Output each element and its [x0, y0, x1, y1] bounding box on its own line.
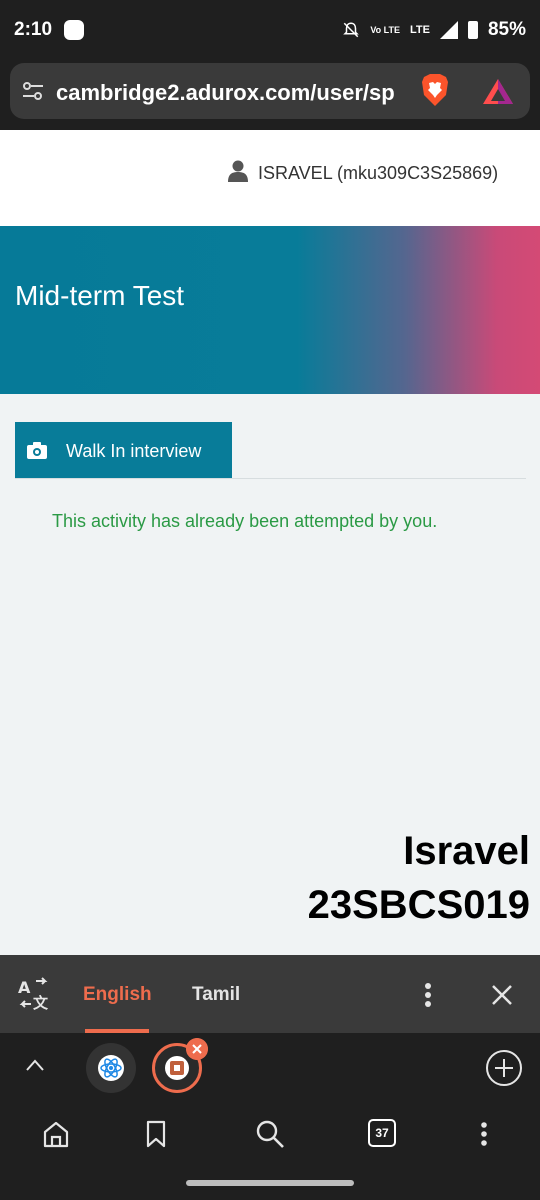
watermark-id: 23SBCS019: [307, 883, 530, 927]
rewards-icon[interactable]: [482, 77, 514, 105]
chevron-up-icon[interactable]: [24, 1056, 46, 1074]
bookmark-icon[interactable]: [138, 1116, 174, 1152]
user-icon: [228, 160, 248, 182]
hero-banner: Mid-term Test: [0, 226, 540, 394]
tab-divider: [15, 478, 526, 479]
user-header: ISRAVEL (mku309C3S25869): [0, 130, 540, 226]
phone-screen: 2:10 Vo LTE LTE 85% cambridge2.adurox.co…: [0, 0, 540, 1200]
network-type: LTE: [410, 23, 430, 36]
tab-walk-in-interview[interactable]: Walk In interview: [15, 422, 232, 479]
translate-bar: A 文 English Tamil: [0, 955, 540, 1033]
volte-indicator: Vo LTE: [370, 24, 400, 35]
browser-toolbar: cambridge2.adurox.com/user/sp: [0, 60, 540, 130]
close-icon[interactable]: [490, 983, 514, 1007]
content-panel: [0, 394, 540, 422]
battery-percent: 85%: [487, 19, 526, 40]
site-settings-icon[interactable]: [22, 82, 44, 100]
language-english-tab[interactable]: English: [83, 984, 152, 1006]
web-content: ISRAVEL (mku309C3S25869) Mid-term Test W…: [0, 130, 540, 955]
bottom-toolbar: 37: [0, 1105, 540, 1200]
status-bar: 2:10 Vo LTE LTE 85%: [0, 0, 540, 60]
react-favicon-icon: [98, 1055, 124, 1081]
language-tamil-tab[interactable]: Tamil: [192, 984, 240, 1006]
tab-switcher-button[interactable]: 37: [368, 1119, 396, 1147]
brave-shields-icon[interactable]: [420, 73, 450, 107]
menu-icon[interactable]: [466, 1116, 502, 1152]
tab-group-strip: [0, 1033, 540, 1105]
more-options-icon[interactable]: [418, 981, 438, 1009]
status-message: This activity has already been attempted…: [52, 511, 438, 531]
watermark-name: Isravel: [403, 829, 530, 873]
signal-icon: [439, 21, 458, 39]
home-icon[interactable]: [38, 1116, 74, 1152]
address-bar[interactable]: cambridge2.adurox.com/user/sp: [10, 63, 530, 119]
notification-icon: [64, 20, 84, 40]
svg-text:A: A: [18, 978, 31, 997]
bell-off-icon: [343, 22, 360, 38]
page-title: Mid-term Test: [15, 280, 185, 311]
gesture-navigation-bar[interactable]: [186, 1180, 354, 1186]
battery-icon: [467, 21, 478, 39]
close-tab-icon[interactable]: [186, 1038, 208, 1060]
url-text[interactable]: cambridge2.adurox.com/user/sp: [56, 80, 418, 106]
tab-react-site[interactable]: [86, 1043, 136, 1093]
user-name[interactable]: ISRAVEL (mku309C3S25869): [258, 163, 498, 184]
status-indicators: Vo LTE LTE 85%: [342, 16, 526, 44]
svg-text:文: 文: [33, 994, 49, 1011]
search-icon[interactable]: [252, 1116, 288, 1152]
tab-label: Walk In interview: [66, 441, 202, 461]
status-time: 2:10: [14, 19, 53, 40]
translate-icon[interactable]: A 文: [17, 977, 51, 1011]
camera-icon: [27, 442, 47, 459]
new-tab-icon[interactable]: [484, 1048, 524, 1088]
name-watermark: Isravel 23SBCS019: [308, 824, 530, 932]
